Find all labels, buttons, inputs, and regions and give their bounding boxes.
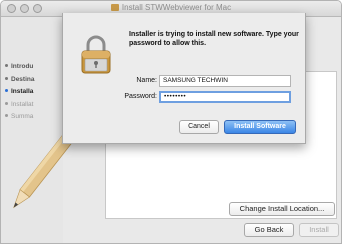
step-destination: Destina: [5, 74, 34, 87]
package-icon: [110, 4, 119, 11]
install-button[interactable]: Install: [299, 223, 339, 237]
name-field[interactable]: SAMSUNG TECHWIN: [159, 75, 291, 87]
window-title: Install STWWebviewer for Mac: [1, 3, 341, 12]
step-bullet: [5, 76, 8, 80]
step-bullet: [5, 89, 8, 92]
go-back-button[interactable]: Go Back: [244, 223, 294, 237]
auth-message: Installer is trying to install new softw…: [129, 31, 299, 47]
window-title-text: Install STWWebviewer for Mac: [121, 3, 232, 12]
install-software-button[interactable]: Install Software: [224, 120, 296, 134]
password-label: Password:: [124, 93, 157, 100]
step-introduction: Introdu: [5, 61, 34, 74]
lock-icon: [81, 35, 111, 74]
authentication-dialog: Installer is trying to install new softw…: [62, 13, 306, 144]
change-install-location-button[interactable]: Change Install Location...: [229, 202, 335, 216]
cancel-button[interactable]: Cancel: [179, 120, 219, 134]
name-label: Name:: [136, 77, 157, 84]
password-field[interactable]: ••••••••: [159, 91, 291, 103]
step-bullet: [5, 64, 8, 67]
